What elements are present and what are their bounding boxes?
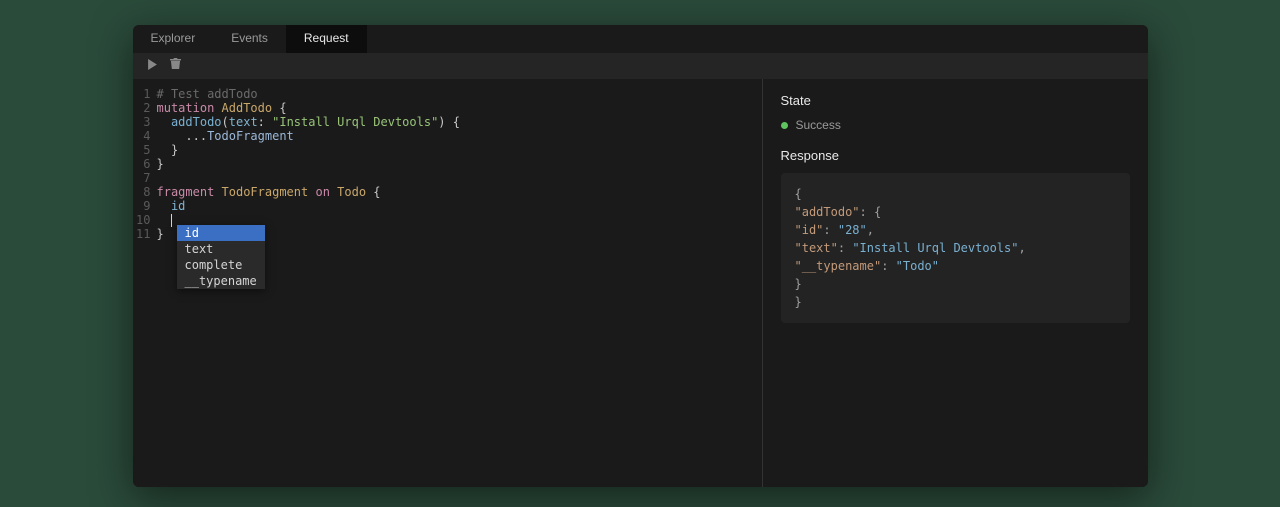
toolbar [133, 53, 1148, 79]
line-number: 6 [133, 157, 157, 171]
text-cursor [171, 214, 172, 227]
line-number: 3 [133, 115, 157, 129]
autocomplete-popup[interactable]: idtextcomplete__typename [177, 225, 265, 289]
code-line[interactable]: 2mutation AddTodo { [133, 101, 762, 115]
tab-request[interactable]: Request [286, 25, 367, 53]
state-row: Success [781, 118, 1130, 132]
autocomplete-item[interactable]: __typename [177, 273, 265, 289]
code-editor[interactable]: 1# Test addTodo2mutation AddTodo {3 addT… [133, 79, 762, 249]
line-number: 5 [133, 143, 157, 157]
line-number: 2 [133, 101, 157, 115]
line-number: 11 [133, 227, 157, 241]
code-line[interactable]: 5 } [133, 143, 762, 157]
editor-pane: 1# Test addTodo2mutation AddTodo {3 addT… [133, 79, 763, 487]
results-pane: State Success Response { "addTodo": { "i… [763, 79, 1148, 487]
autocomplete-item[interactable]: text [177, 241, 265, 257]
state-status: Success [796, 118, 841, 132]
tab-events[interactable]: Events [213, 25, 286, 53]
code-line[interactable]: 3 addTodo(text: "Install Urql Devtools")… [133, 115, 762, 129]
content-area: 1# Test addTodo2mutation AddTodo {3 addT… [133, 79, 1148, 487]
response-body: { "addTodo": { "id": "28", "text": "Inst… [781, 173, 1130, 323]
tab-explorer[interactable]: Explorer [133, 25, 214, 53]
status-dot-icon [781, 122, 788, 129]
play-icon[interactable] [147, 57, 158, 75]
code-line[interactable]: 9 id [133, 199, 762, 213]
line-number: 9 [133, 199, 157, 213]
line-number: 1 [133, 87, 157, 101]
devtools-window: Explorer Events Request 1# Test addTodo2… [133, 25, 1148, 487]
line-number: 4 [133, 129, 157, 143]
code-line[interactable]: 6} [133, 157, 762, 171]
line-number: 10 [133, 213, 157, 227]
code-line[interactable]: 7 [133, 171, 762, 185]
response-heading: Response [781, 148, 1130, 163]
code-line[interactable]: 4 ...TodoFragment [133, 129, 762, 143]
state-heading: State [781, 93, 1130, 108]
line-number: 7 [133, 171, 157, 185]
tab-bar: Explorer Events Request [133, 25, 1148, 53]
code-line[interactable]: 8fragment TodoFragment on Todo { [133, 185, 762, 199]
code-line[interactable]: 1# Test addTodo [133, 87, 762, 101]
trash-icon[interactable] [170, 57, 181, 75]
line-number: 8 [133, 185, 157, 199]
autocomplete-item[interactable]: id [177, 225, 265, 241]
autocomplete-item[interactable]: complete [177, 257, 265, 273]
